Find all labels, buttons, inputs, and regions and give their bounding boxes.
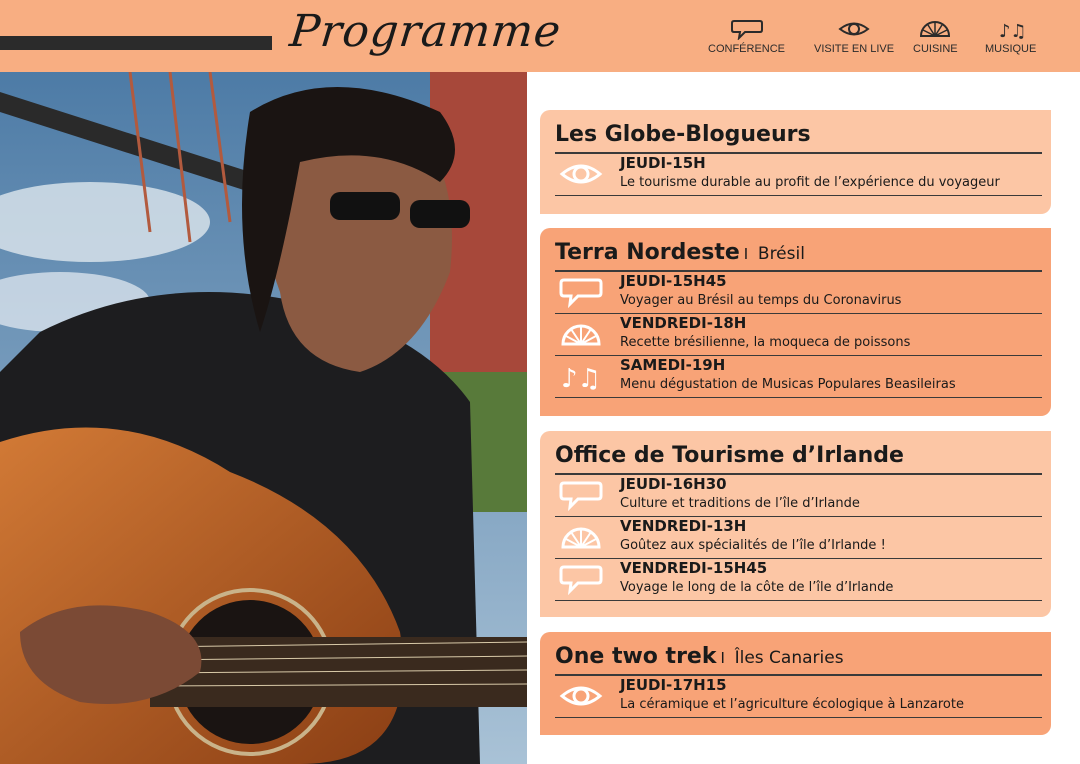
event-time: JEUDI-15H45 (620, 272, 727, 290)
legend-live-visit: VISITE EN LIVE (814, 18, 894, 55)
legend-cuisine: CUISINE (913, 18, 958, 55)
music-notes-icon: ♪♫ (559, 360, 603, 394)
fan-icon (559, 318, 603, 350)
title-separator: I (720, 649, 725, 667)
speech-bubble-icon (730, 20, 763, 40)
section-title: One two trek I Îles Canaries (555, 644, 844, 669)
event-item: VENDREDI-13H Goûtez aux spécialités de l… (555, 517, 1042, 559)
event-item: JEUDI-15H Le tourisme durable au profit … (555, 154, 1042, 196)
header-dark-bar (0, 36, 272, 50)
section-card-one-two-trek: One two trek I Îles Canaries JEUDI-17H15 … (540, 632, 1051, 735)
page-title: Programme (287, 6, 564, 57)
event-item: ♪♫ SAMEDI-19H Menu dégustation de Musica… (555, 356, 1042, 398)
event-description: La céramique et l’agriculture écologique… (620, 697, 964, 712)
legend-label: VISITE EN LIVE (814, 43, 895, 55)
svg-text:♪♫: ♪♫ (561, 364, 601, 392)
event-time: SAMEDI-19H (620, 356, 726, 374)
eye-icon (559, 158, 603, 190)
legend-label: CONFÉRENCE (708, 43, 786, 55)
section-location: Îles Canaries (734, 648, 844, 668)
section-title: Office de Tourisme d’Irlande (555, 443, 904, 468)
event-item: JEUDI-16H30 Culture et traditions de l’î… (555, 475, 1042, 517)
event-time: JEUDI-16H30 (620, 475, 727, 493)
section-card-globe-blogueurs: Les Globe-Blogueurs JEUDI-15H Le tourism… (540, 110, 1051, 214)
legend-label: MUSIQUE (985, 43, 1037, 55)
event-description: Culture et traditions de l’île d’Irlande (620, 496, 860, 511)
legend-conference: CONFÉRENCE (708, 18, 785, 55)
music-notes-icon: ♪♫ (999, 21, 1027, 40)
event-item: VENDREDI-18H Recette brésilienne, la moq… (555, 314, 1042, 356)
event-description: Recette brésilienne, la moqueca de poiss… (620, 335, 911, 350)
event-divider (555, 397, 1042, 398)
event-divider (555, 195, 1042, 196)
event-description: Voyager au Brésil au temps du Coronaviru… (620, 293, 902, 308)
event-time: VENDREDI-15H45 (620, 559, 768, 577)
event-item: VENDREDI-15H45 Voyage le long de la côte… (555, 559, 1042, 601)
event-divider (555, 717, 1042, 718)
fan-icon (920, 21, 951, 37)
legend-label: CUISINE (913, 43, 958, 55)
event-description: Menu dégustation de Musicas Populares Be… (620, 377, 956, 392)
eye-icon (559, 680, 603, 712)
event-description: Goûtez aux spécialités de l’île d’Irland… (620, 538, 886, 553)
section-location: Brésil (757, 244, 805, 264)
section-title: Les Globe-Blogueurs (555, 122, 811, 147)
event-description: Voyage le long de la côte de l’île d’Irl… (620, 580, 894, 595)
event-time: JEUDI-17H15 (620, 676, 727, 694)
event-description: Le tourisme durable au profit de l’expér… (620, 175, 1000, 190)
speech-bubble-icon (559, 479, 603, 512)
speech-bubble-icon (559, 563, 603, 596)
legend-musique: ♪♫ MUSIQUE (985, 18, 1036, 55)
event-item: JEUDI-15H45 Voyager au Brésil au temps d… (555, 272, 1042, 314)
section-card-office-tourisme-irlande: Office de Tourisme d’Irlande JEUDI-16H30… (540, 431, 1051, 617)
fan-icon (559, 521, 603, 553)
guitarist-photo (0, 72, 527, 764)
section-card-terra-nordeste: Terra Nordeste I Brésil JEUDI-15H45 Voyag… (540, 228, 1051, 416)
eye-icon (838, 22, 870, 36)
event-time: VENDREDI-13H (620, 517, 747, 535)
event-item: JEUDI-17H15 La céramique et l’agricultur… (555, 676, 1042, 718)
header-banner: Programme CONFÉRENCE VISITE EN LIVE CUIS… (0, 0, 1080, 72)
section-title: Terra Nordeste I Brésil (555, 240, 805, 265)
svg-text:♪♫: ♪♫ (999, 21, 1027, 40)
event-divider (555, 600, 1042, 601)
event-time: VENDREDI-18H (620, 314, 747, 332)
speech-bubble-icon (559, 276, 603, 309)
title-separator: I (743, 245, 749, 263)
event-time: JEUDI-15H (620, 154, 706, 172)
